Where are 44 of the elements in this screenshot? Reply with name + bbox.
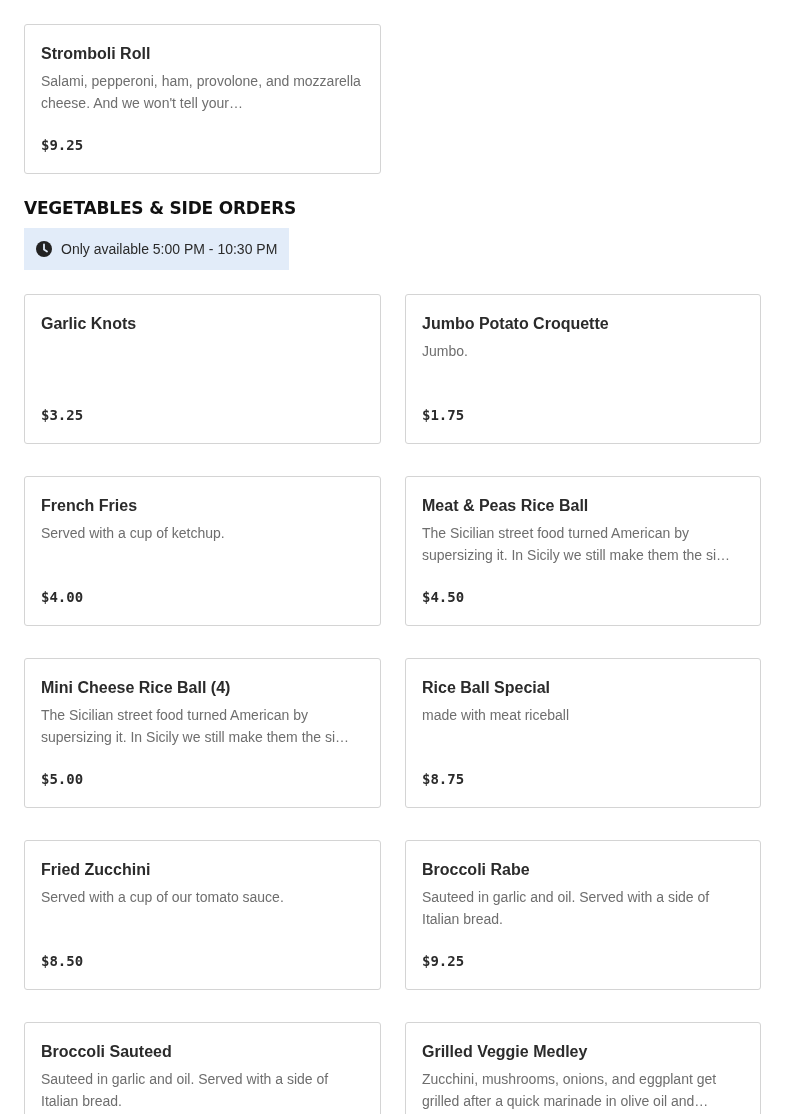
item-name: French Fries: [41, 496, 139, 516]
item-name: Jumbo Potato Croquette: [422, 314, 610, 334]
menu-item-card[interactable]: Broccoli Sauteed Sauteed in garlic and oil. Served with a side of Italian bread.: [24, 1022, 381, 1114]
item-description: The Sicilian street food turned American by supersizing it. In Sicily we still make them the si…: [41, 706, 351, 747]
item-description: Served with a cup of ketchup.: [41, 524, 226, 543]
clock-icon: [36, 241, 52, 257]
item-name: Rice Ball Special: [422, 678, 552, 698]
item-price: $4.50: [422, 589, 466, 605]
menu-item-card[interactable]: Meat & Peas Rice Ball The Sicilian street food turned American by supersizing it. In Sicily we still make them the si… $4.50: [405, 476, 761, 626]
item-name: Broccoli Sauteed: [41, 1042, 173, 1062]
item-description: Jumbo.: [422, 342, 469, 361]
item-description: Salami, pepperoni, ham, provolone, and mozzarella cheese. And we won't tell your…: [41, 72, 362, 113]
item-price: $8.50: [41, 953, 85, 969]
item-price: $9.25: [422, 953, 466, 969]
item-description: Zucchini, mushrooms, onions, and eggplant get grilled after a quick marinade in olive oil and…: [422, 1070, 718, 1111]
item-name: Garlic Knots: [41, 314, 138, 334]
item-price: $8.75: [422, 771, 466, 787]
item-price: $9.25: [41, 137, 85, 153]
menu-item-card[interactable]: Garlic Knots $3.25: [24, 294, 381, 444]
menu-item-card[interactable]: Fried Zucchini Served with a cup of our tomato sauce. $8.50: [24, 840, 381, 990]
item-name: Meat & Peas Rice Ball: [422, 496, 590, 516]
menu-item-card[interactable]: French Fries Served with a cup of ketchup. $4.00: [24, 476, 381, 626]
item-name: Grilled Veggie Medley: [422, 1042, 589, 1062]
item-price: $4.00: [41, 589, 85, 605]
menu-item-card[interactable]: Grilled Veggie Medley Zucchini, mushrooms, onions, and eggplant get grilled after a quick marinade in olive oil and…: [405, 1022, 761, 1114]
section-heading: VEGETABLES & SIDE ORDERS: [24, 198, 298, 218]
item-description: The Sicilian street food turned American by supersizing it. In Sicily we still make them the si…: [422, 524, 732, 565]
menu-item-card[interactable]: Broccoli Rabe Sauteed in garlic and oil. Served with a side of Italian bread. $9.25: [405, 840, 761, 990]
menu-item-card[interactable]: Jumbo Potato Croquette Jumbo. $1.75: [405, 294, 761, 444]
menu-item-card[interactable]: Stromboli Roll Salami, pepperoni, ham, provolone, and mozzarella cheese. And we won't tell your… $9.25: [24, 24, 381, 174]
item-description: made with meat riceball: [422, 706, 571, 725]
item-price: $5.00: [41, 771, 85, 787]
item-name: Stromboli Roll: [41, 44, 152, 64]
item-description: Served with a cup of our tomato sauce.: [41, 888, 285, 907]
menu-item-card[interactable]: Mini Cheese Rice Ball (4) The Sicilian street food turned American by supersizing it. In Sicily we still make them the si… $5.00: [24, 658, 381, 808]
menu-item-card[interactable]: Rice Ball Special made with meat riceball $8.75: [405, 658, 761, 808]
item-name: Mini Cheese Rice Ball (4): [41, 678, 232, 698]
item-description: Sauteed in garlic and oil. Served with a side of Italian bread.: [422, 888, 711, 929]
item-price: $3.25: [41, 407, 85, 423]
item-name: Fried Zucchini: [41, 860, 152, 880]
item-description: Sauteed in garlic and oil. Served with a side of Italian bread.: [41, 1070, 330, 1111]
availability-text: Only available 5:00 PM - 10:30 PM: [61, 241, 278, 257]
item-name: Broccoli Rabe: [422, 860, 531, 880]
item-price: $1.75: [422, 407, 466, 423]
